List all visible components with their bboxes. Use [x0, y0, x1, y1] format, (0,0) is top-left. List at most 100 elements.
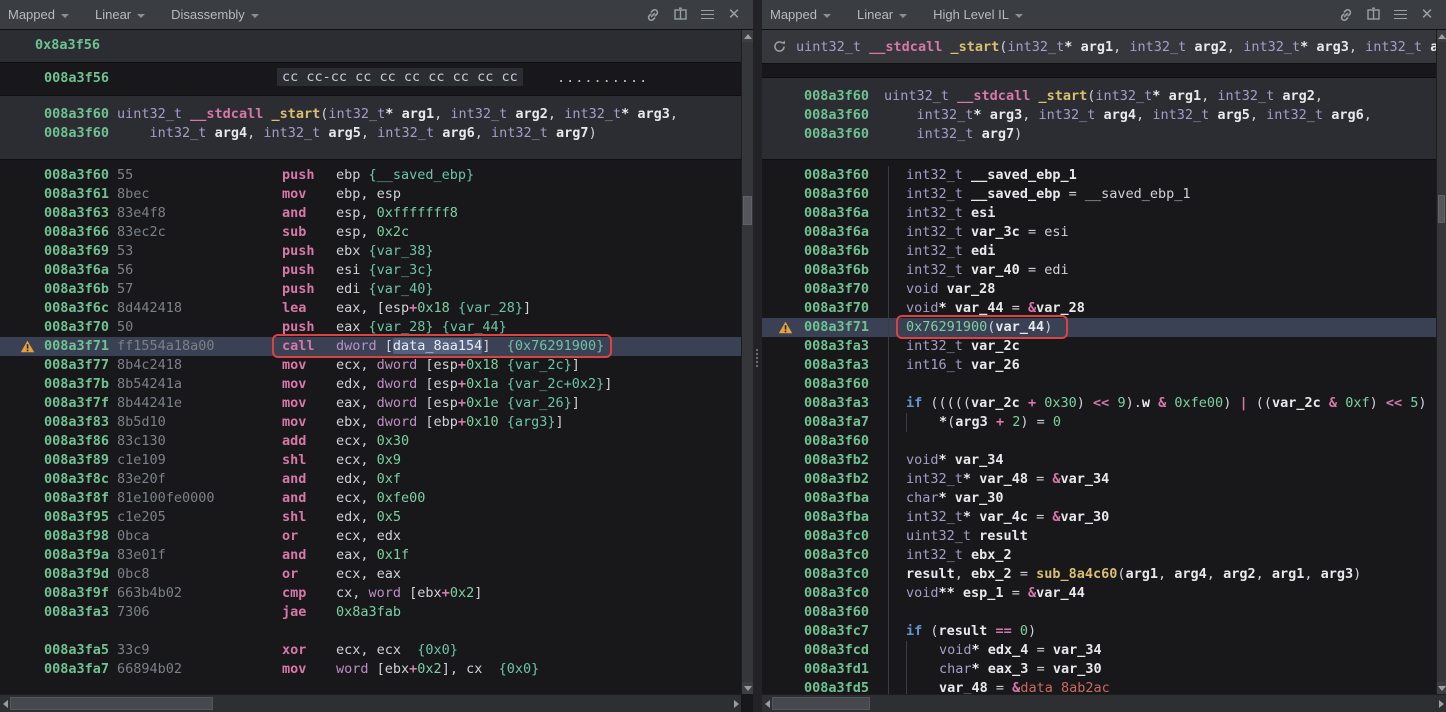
scroll-left-button[interactable] — [0, 695, 10, 712]
left-vertical-scrollbar[interactable] — [741, 30, 753, 694]
asm-row[interactable]: 008a3f9a83e01fandeax, 0x1f — [0, 546, 741, 565]
asm-row[interactable]: 008a3f7b8b54241amovedx, dword [esp+0x1a … — [0, 375, 741, 394]
hlil-row[interactable]: 008a3f6aint32_t esi — [762, 204, 1436, 223]
signature-line[interactable]: 008a3f60 int32_t arg4, int32_t arg5, int… — [0, 124, 741, 143]
line-address: 008a3f60 — [804, 185, 888, 204]
link-icon[interactable] — [642, 4, 664, 26]
asm-row[interactable]: 008a3f89c1e109shlecx, 0x9 — [0, 451, 741, 470]
scroll-up-button[interactable] — [1437, 30, 1446, 42]
scroll-right-button[interactable] — [731, 695, 741, 712]
signature-line[interactable]: 008a3f60 int32_t arg7) — [762, 125, 1436, 144]
hlil-signature-block[interactable]: 008a3f60uint32_t __stdcall _start(int32_… — [762, 77, 1436, 160]
scroll-right-button[interactable] — [1436, 695, 1446, 712]
hlil-row[interactable]: 008a3f70void* var_44 = &var_28 — [762, 299, 1436, 318]
close-icon[interactable]: ✕ — [723, 4, 745, 26]
asm-row[interactable]: 008a3f8c83e20fandedx, 0xf — [0, 470, 741, 489]
asm-row[interactable]: 008a3f6b57pushedi {var_40} — [0, 280, 741, 299]
hlil-row[interactable]: 008a3f60int32_t __saved_ebp_1 — [762, 166, 1436, 185]
left-vscroll-thumb[interactable] — [743, 196, 752, 225]
hlil-row[interactable]: 008a3fc7if (result == 0) — [762, 622, 1436, 641]
right-linear-dropdown[interactable]: Linear — [857, 7, 907, 22]
hlil-row[interactable]: 008a3fc0result, ebx_2 = sub_8a4c60(arg1,… — [762, 565, 1436, 584]
asm-row[interactable]: 008a3f8683c130addecx, 0x30 — [0, 432, 741, 451]
asm-row[interactable]: 008a3f838b5d10movebx, dword [ebp+0x10 {a… — [0, 413, 741, 432]
asm-row[interactable]: 008a3f6c8d442418leaeax, [esp+0x18 {var_2… — [0, 299, 741, 318]
hlil-row[interactable]: 008a3fb2void* var_34 — [762, 451, 1436, 470]
scroll-up-button[interactable] — [742, 30, 753, 42]
asm-row[interactable]: 008a3f8f81e100fe0000andecx, 0xfe00 — [0, 489, 741, 508]
hlil-row[interactable]: 008a3f60 — [762, 375, 1436, 394]
asm-row[interactable]: 008a3f71ff1554a18a00calldword [data_8aa1… — [0, 337, 741, 356]
hlil-row[interactable]: 008a3f70void var_28 — [762, 280, 1436, 299]
right-vscroll-thumb[interactable] — [1438, 195, 1445, 223]
scroll-down-button[interactable] — [742, 682, 753, 694]
left-view-type-dropdown[interactable]: Disassembly — [171, 7, 259, 22]
asm-row[interactable]: 008a3f9f663b4b02cmpcx, word [ebx+0x2] — [0, 584, 741, 603]
hlil-row[interactable]: 008a3f60 — [762, 603, 1436, 622]
asm-row[interactable]: 008a3f778b4c2418movecx, dword [esp+0x18 … — [0, 356, 741, 375]
close-icon[interactable]: ✕ — [1416, 4, 1438, 26]
asm-row[interactable]: 008a3f95c1e205shledx, 0x5 — [0, 508, 741, 527]
signature-line[interactable]: 008a3f60 int32_t* arg3, int32_t arg4, in… — [762, 106, 1436, 125]
left-mapped-dropdown[interactable]: Mapped — [8, 7, 69, 22]
asm-row[interactable]: 008a3f7050pusheax {var_28} {var_44} — [0, 318, 741, 337]
right-mapped-dropdown[interactable]: Mapped — [770, 7, 831, 22]
asm-row[interactable]: 008a3fa37306jae0x8a3fab — [0, 603, 741, 622]
hlil-row[interactable]: 008a3fa3int16_t var_26 — [762, 356, 1436, 375]
asm-row[interactable]: 008a3f6953pushebx {var_38} — [0, 242, 741, 261]
left-horizontal-scrollbar[interactable] — [0, 694, 741, 712]
menu-icon[interactable] — [696, 4, 718, 26]
hlil-row[interactable]: 008a3f60int32_t __saved_ebp = __saved_eb… — [762, 185, 1436, 204]
asm-row[interactable]: 008a3f6683ec2csubesp, 0x2c — [0, 223, 741, 242]
left-linear-dropdown[interactable]: Linear — [95, 7, 145, 22]
asm-row[interactable]: 008a3f6055pushebp {__saved_ebp} — [0, 166, 741, 185]
sticky-function-header[interactable]: uint32_t __stdcall _start(int32_t* arg1,… — [762, 30, 1436, 64]
mnemonic: or — [282, 565, 336, 584]
hlil-row[interactable]: 008a3fcdvoid* edx_4 = var_34 — [762, 641, 1436, 660]
scroll-down-button[interactable] — [1437, 682, 1446, 694]
asm-row[interactable]: 008a3f7f8b44241emoveax, dword [esp+0x1e … — [0, 394, 741, 413]
asm-row[interactable]: 008a3f980bcaorecx, edx — [0, 527, 741, 546]
hlil-row[interactable]: 008a3fbaint32_t* var_4c = &var_30 — [762, 508, 1436, 527]
split-view-icon[interactable] — [669, 4, 691, 26]
hlil-row[interactable]: 008a3fa3int32_t var_2c — [762, 337, 1436, 356]
left-hscroll-thumb[interactable] — [10, 697, 213, 710]
right-horizontal-scrollbar[interactable] — [762, 694, 1446, 712]
linear-preview-band[interactable]: 0x8a3f56 — [0, 30, 741, 63]
hlil-row[interactable]: 008a3f6bint32_t var_40 = edi — [762, 261, 1436, 280]
asm-row[interactable]: 008a3fa766894b02movword [ebx+0x2], cx {0… — [0, 660, 741, 679]
hlil-row[interactable]: 008a3fd1char* eax_3 = var_30 — [762, 660, 1436, 679]
asm-row[interactable]: 008a3f6383e4f8andesp, 0xfffffff8 — [0, 204, 741, 223]
hlil-row[interactable]: 008a3fc0void** esp_1 = &var_44 — [762, 584, 1436, 603]
right-vertical-scrollbar[interactable] — [1436, 30, 1446, 694]
asm-row[interactable]: 008a3fa533c9xorecx, ecx {0x0} — [0, 641, 741, 660]
hlil-row[interactable]: 008a3f60 — [762, 432, 1436, 451]
function-signature-block[interactable]: 008a3f60uint32_t __stdcall _start(int32_… — [0, 95, 741, 160]
line-address: 008a3f71 — [804, 318, 888, 337]
hlil-row[interactable]: 008a3f6aint32_t var_3c = esi — [762, 223, 1436, 242]
hlil-row[interactable]: 008a3fc0int32_t ebx_2 — [762, 546, 1436, 565]
asm-row[interactable]: 008a3f6a56pushesi {var_3c} — [0, 261, 741, 280]
padding-bytes-row[interactable]: 008a3f56 cc cc-cc cc cc cc cc cc cc cc .… — [0, 63, 741, 95]
hlil-row[interactable]: 008a3fbachar* var_30 — [762, 489, 1436, 508]
pane-splitter[interactable] — [753, 0, 762, 712]
split-view-icon[interactable] — [1362, 4, 1384, 26]
hlil-row[interactable]: 008a3f6bint32_t edi — [762, 242, 1436, 261]
right-view-type-dropdown[interactable]: High Level IL — [933, 7, 1023, 22]
asm-row[interactable]: 008a3f618becmovebp, esp — [0, 185, 741, 204]
hlil-row[interactable]: 008a3fd5var_48 = &data_8ab2ac — [762, 679, 1436, 694]
asm-row[interactable] — [0, 622, 741, 641]
menu-icon[interactable] — [1389, 4, 1411, 26]
hlil-row[interactable]: 008a3fb2int32_t* var_48 = &var_34 — [762, 470, 1436, 489]
signature-line[interactable]: 008a3f60uint32_t __stdcall _start(int32_… — [0, 105, 741, 124]
hlil-row[interactable]: 008a3fa3if (((((var_2c + 0x30) << 9).w &… — [762, 394, 1436, 413]
hlil-row[interactable]: 008a3fc0uint32_t result — [762, 527, 1436, 546]
right-hscroll-thumb[interactable] — [772, 697, 870, 710]
scroll-left-button[interactable] — [762, 695, 772, 712]
signature-line[interactable]: 008a3f60uint32_t __stdcall _start(int32_… — [762, 87, 1436, 106]
asm-row[interactable]: 008a3f9d0bc8orecx, eax — [0, 565, 741, 584]
hlil-row[interactable]: 008a3f710x76291900(var_44) — [762, 318, 1436, 337]
operands: esi {var_3c} — [336, 261, 434, 280]
link-icon[interactable] — [1335, 4, 1357, 26]
hlil-row[interactable]: 008a3fa7*(arg3 + 2) = 0 — [762, 413, 1436, 432]
